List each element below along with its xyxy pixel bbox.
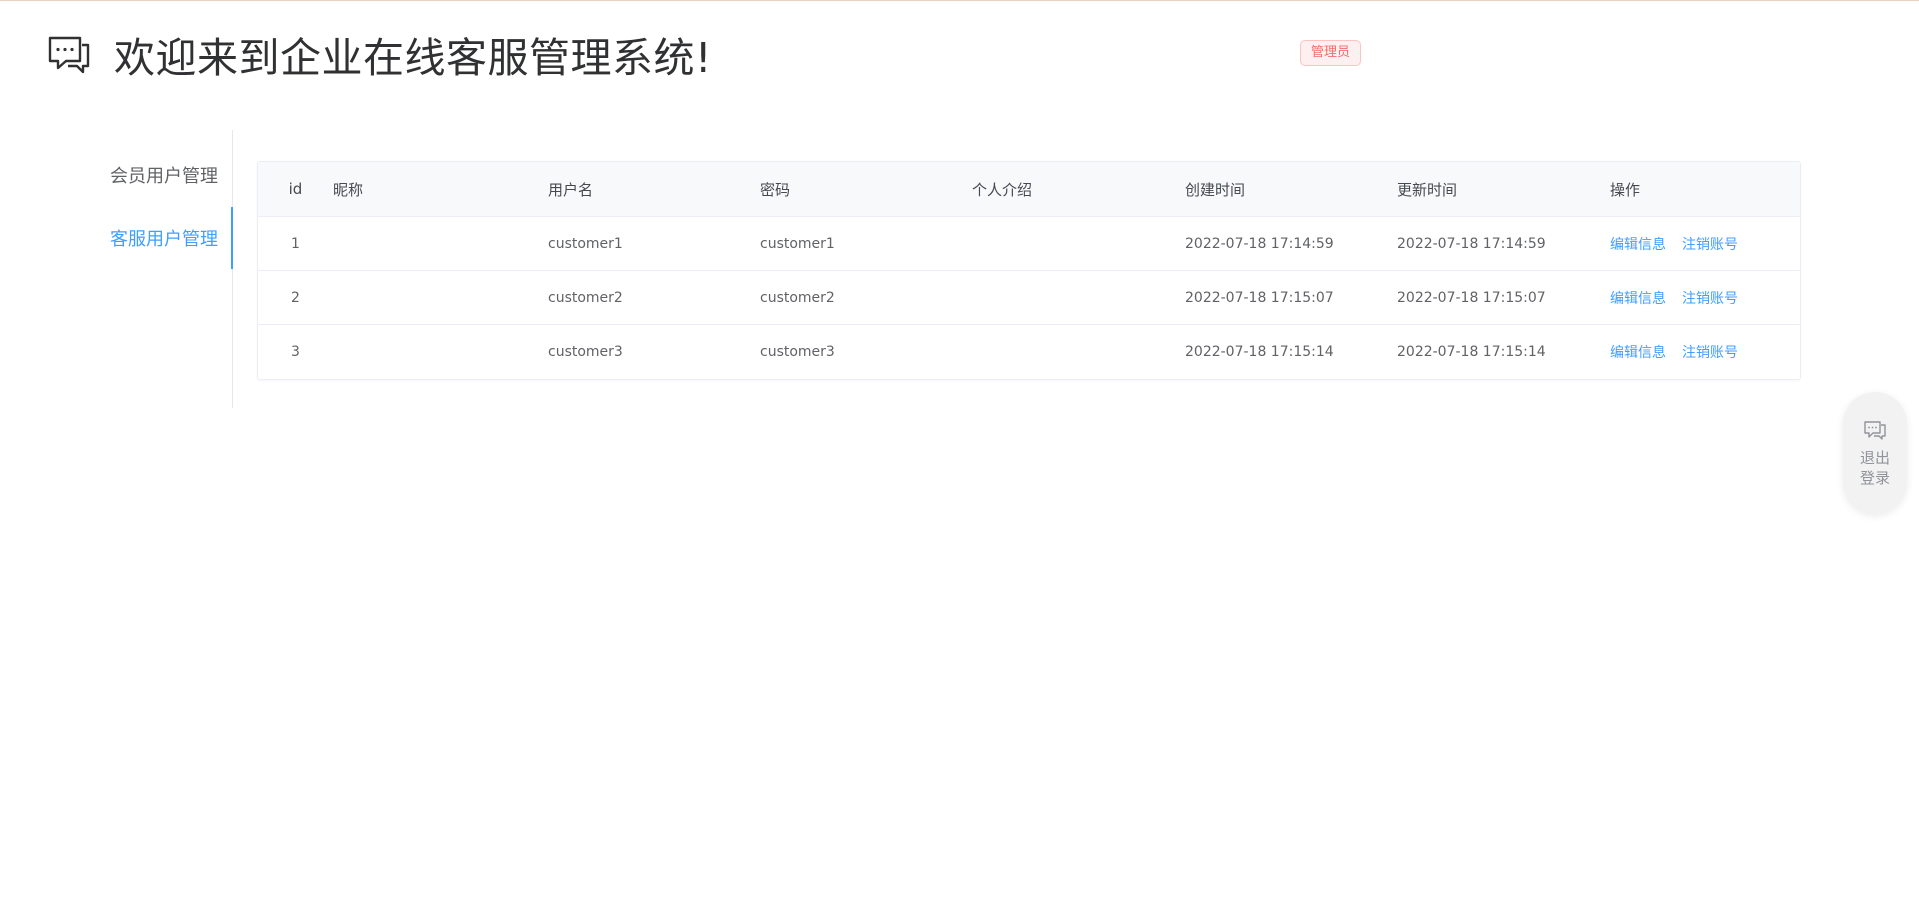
- column-header-updated: 更新时间: [1397, 162, 1610, 217]
- cell-updated: 2022-07-18 17:15:07: [1397, 270, 1610, 325]
- cell-intro: [972, 216, 1185, 271]
- column-header-username: 用户名: [548, 162, 760, 217]
- deactivate-account-link[interactable]: 注销账号: [1682, 345, 1738, 361]
- table-row: 2 customer2 customer2 2022-07-18 17:15:0…: [258, 270, 1800, 325]
- cell-updated: 2022-07-18 17:15:14: [1397, 343, 1546, 360]
- column-header-actions: 操作: [1610, 162, 1800, 217]
- user-table: id 昵称 用户名 密码 个人介绍 创建时间 更新时间 操作 1 custome…: [257, 161, 1801, 380]
- cell-nickname: [333, 270, 548, 325]
- cell-id: 3: [291, 343, 300, 360]
- table-row: 3 customer3 customer3 2022-07-18 17:15:1…: [258, 325, 1800, 379]
- cell-password: customer2: [760, 270, 972, 325]
- cell-created: 2022-07-18 17:15:14: [1185, 343, 1334, 360]
- logout-float-button[interactable]: 退出登录: [1843, 392, 1907, 514]
- deactivate-account-link[interactable]: 注销账号: [1682, 291, 1738, 307]
- sidebar-item-service-users[interactable]: 客服用户管理: [110, 225, 218, 251]
- cell-nickname: [333, 325, 548, 379]
- cell-intro: [972, 270, 1185, 325]
- cell-created: 2022-07-18 17:14:59: [1185, 216, 1397, 271]
- column-header-nickname: 昵称: [333, 162, 548, 217]
- page-title: 欢迎来到企业在线客服管理系统!: [114, 34, 712, 82]
- logout-label: 退出登录: [1859, 449, 1890, 487]
- cell-intro: [972, 325, 1185, 379]
- top-divider: [0, 0, 1919, 1]
- deactivate-account-link[interactable]: 注销账号: [1682, 237, 1738, 253]
- cell-updated: 2022-07-18 17:14:59: [1397, 216, 1610, 271]
- cell-username: customer3: [548, 343, 623, 360]
- cell-actions: 编辑信息 注销账号: [1610, 216, 1800, 271]
- cell-actions: 编辑信息 注销账号: [1610, 325, 1800, 379]
- sidebar-active-indicator: [231, 207, 233, 269]
- table-header-row: id 昵称 用户名 密码 个人介绍 创建时间 更新时间 操作: [258, 162, 1800, 217]
- cell-created: 2022-07-18 17:15:07: [1185, 270, 1397, 325]
- edit-info-link[interactable]: 编辑信息: [1610, 291, 1666, 307]
- cell-password: customer1: [760, 216, 972, 271]
- column-header-intro: 个人介绍: [972, 162, 1185, 217]
- edit-info-link[interactable]: 编辑信息: [1610, 345, 1666, 361]
- role-badge: 管理员: [1300, 40, 1362, 66]
- page-header: 欢迎来到企业在线客服管理系统!: [46, 26, 712, 82]
- cell-id: 2: [258, 270, 333, 325]
- table-row: 1 customer1 customer1 2022-07-18 17:14:5…: [258, 216, 1800, 271]
- cell-password: customer3: [760, 343, 835, 360]
- cell-actions: 编辑信息 注销账号: [1610, 270, 1800, 325]
- sidebar: 会员用户管理 客服用户管理: [100, 130, 233, 408]
- cell-username: customer1: [548, 216, 760, 271]
- cell-id: 1: [258, 216, 333, 271]
- column-header-created: 创建时间: [1185, 162, 1397, 217]
- cell-username: customer2: [548, 270, 760, 325]
- chat-icon: [48, 36, 90, 74]
- chat-icon: [1864, 421, 1886, 440]
- edit-info-link[interactable]: 编辑信息: [1610, 237, 1666, 253]
- sidebar-item-member-users[interactable]: 会员用户管理: [110, 162, 218, 188]
- cell-nickname: [333, 216, 548, 271]
- column-header-password: 密码: [760, 162, 972, 217]
- column-header-id: id: [258, 162, 333, 217]
